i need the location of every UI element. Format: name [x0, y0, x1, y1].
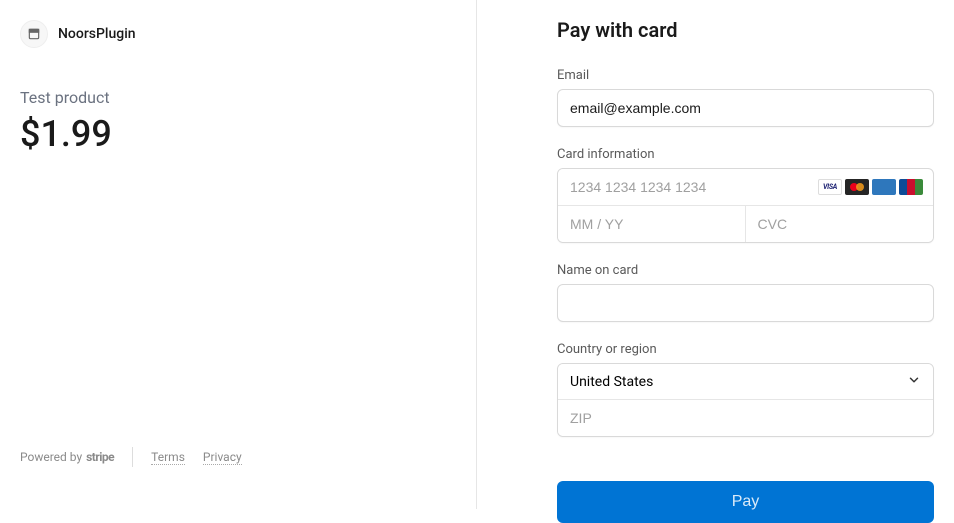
- terms-link[interactable]: Terms: [151, 450, 185, 465]
- jcb-icon: [899, 179, 923, 195]
- card-info-label: Card information: [557, 147, 934, 162]
- merchant-icon: [20, 20, 48, 48]
- footer: Powered by stripe Terms Privacy: [20, 447, 242, 467]
- mastercard-icon: [845, 179, 869, 195]
- name-on-card-label: Name on card: [557, 263, 934, 278]
- pay-button[interactable]: Pay: [557, 481, 934, 523]
- visa-icon: VISA: [818, 179, 842, 195]
- card-group: Card information VISA: [557, 147, 934, 243]
- country-selected-value: United States: [570, 374, 653, 390]
- card-input-wrapper: VISA: [557, 168, 934, 243]
- product-price: $1.99: [20, 113, 456, 155]
- powered-by-stripe[interactable]: Powered by stripe: [20, 450, 114, 464]
- zip-input[interactable]: [558, 400, 933, 436]
- name-group: Name on card: [557, 263, 934, 322]
- country-label: Country or region: [557, 342, 934, 357]
- payment-form-panel: Pay with card Email Card information VIS…: [477, 0, 954, 509]
- email-label: Email: [557, 68, 934, 83]
- amex-icon: [872, 179, 896, 195]
- merchant-name: NoorsPlugin: [58, 26, 136, 42]
- chevron-down-icon: [907, 373, 921, 391]
- card-expiry-input[interactable]: [558, 206, 746, 242]
- privacy-link[interactable]: Privacy: [203, 450, 242, 465]
- card-cvc-input[interactable]: [746, 206, 934, 242]
- card-expiry-cvc-row: [558, 206, 933, 242]
- email-group: Email: [557, 68, 934, 127]
- footer-divider: [132, 447, 133, 467]
- country-select[interactable]: United States: [558, 364, 933, 400]
- card-brand-icons: VISA: [818, 179, 933, 195]
- order-summary-panel: NoorsPlugin Test product $1.99 Powered b…: [0, 0, 477, 509]
- name-on-card-input[interactable]: [557, 284, 934, 322]
- email-input[interactable]: [557, 89, 934, 127]
- powered-by-prefix: Powered by: [20, 450, 82, 464]
- country-group: Country or region United States: [557, 342, 934, 437]
- merchant-header: NoorsPlugin: [20, 20, 456, 48]
- card-number-row: VISA: [558, 169, 933, 206]
- stripe-logo: stripe: [86, 450, 114, 464]
- card-number-input[interactable]: [558, 169, 818, 205]
- country-input-wrapper: United States: [557, 363, 934, 437]
- product-name: Test product: [20, 88, 456, 107]
- page-title: Pay with card: [557, 18, 934, 42]
